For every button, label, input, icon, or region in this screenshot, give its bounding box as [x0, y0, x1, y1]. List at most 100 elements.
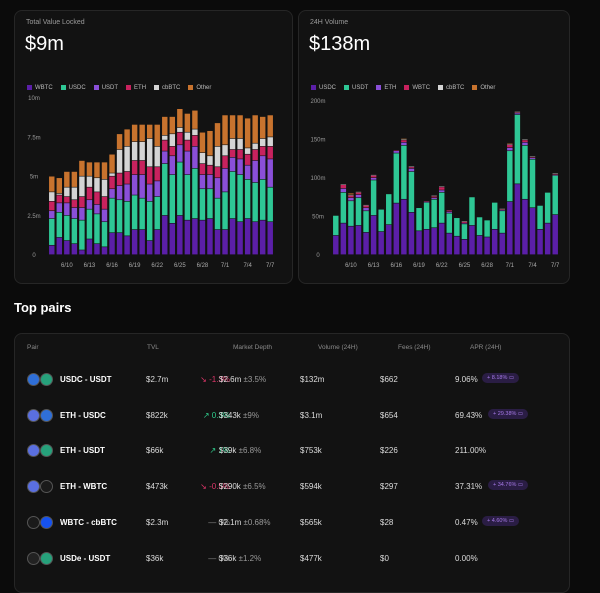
bar-segment-usdt[interactable] — [454, 218, 459, 236]
bar-segment-usdt[interactable] — [268, 159, 273, 187]
bar-segment-wbtc[interactable] — [192, 219, 197, 255]
bar-segment-wbtc[interactable] — [207, 219, 212, 255]
bar-segment-cbbtc[interactable] — [109, 173, 114, 176]
bar-segment-cbbtc[interactable] — [117, 150, 122, 173]
bar-segment-other[interactable] — [237, 115, 242, 138]
bar-segment-eth[interactable] — [268, 147, 273, 159]
bar-segment-usdc[interactable] — [162, 164, 167, 215]
pair-name[interactable]: ETH - USDC — [60, 411, 106, 420]
bar-segment-eth[interactable] — [79, 197, 84, 207]
bar-segment-usdc[interactable] — [416, 231, 421, 254]
bar-segment-usdc[interactable] — [237, 175, 242, 222]
apr-boost-badge[interactable]: + 8.18% ▭ — [482, 373, 519, 383]
bar-segment-cbbtc[interactable] — [132, 142, 137, 160]
bar-segment-eth[interactable] — [222, 156, 227, 168]
bar-segment-usdt[interactable] — [386, 194, 391, 224]
bar-segment-wbtc[interactable] — [371, 176, 376, 178]
bar-segment-eth[interactable] — [522, 143, 527, 145]
bar-segment-usdc[interactable] — [348, 227, 353, 255]
bar-segment-eth[interactable] — [341, 189, 346, 192]
bar-segment-cbbtc[interactable] — [177, 128, 182, 132]
bar-segment-wbtc[interactable] — [87, 239, 92, 254]
bar-segment-wbtc[interactable] — [147, 241, 152, 255]
bar-segment-usdt[interactable] — [155, 181, 160, 196]
bar-segment-wbtc[interactable] — [124, 236, 129, 254]
bar-segment-usdt[interactable] — [394, 153, 399, 202]
apr-boost-badge[interactable]: + 29.38% ▭ — [488, 409, 528, 419]
bar-segment-usdc[interactable] — [260, 180, 265, 220]
bar-segment-wbtc[interactable] — [177, 216, 182, 255]
bar-segment-usdt[interactable] — [424, 203, 429, 229]
bar-segment-cbbtc[interactable] — [200, 153, 205, 163]
bar-segment-usdt[interactable] — [515, 115, 520, 184]
bar-segment-other[interactable] — [147, 125, 152, 139]
bar-segment-eth[interactable] — [64, 197, 69, 203]
bar-segment-cbbtc[interactable] — [162, 136, 167, 140]
bar-segment-eth[interactable] — [87, 187, 92, 199]
bar-segment-wbtc[interactable] — [170, 224, 175, 255]
bar-segment-usdc[interactable] — [72, 219, 77, 244]
bar-segment-other[interactable] — [109, 155, 114, 173]
header-volume[interactable]: Volume (24H) — [318, 344, 358, 351]
bar-segment-eth[interactable] — [348, 198, 353, 200]
bar-segment-eth[interactable] — [439, 190, 444, 192]
bar-segment-usdc[interactable] — [552, 215, 557, 254]
bar-segment-eth[interactable] — [124, 172, 129, 184]
bar-segment-other[interactable] — [200, 133, 205, 153]
bar-segment-usdc[interactable] — [484, 237, 489, 254]
bar-segment-cbbtc[interactable] — [185, 133, 190, 140]
bar-segment-usdt[interactable] — [378, 210, 383, 232]
bar-segment-wbtc[interactable] — [348, 196, 353, 198]
bar-segment-cbbtc[interactable] — [79, 177, 84, 197]
bar-segment-wbtc[interactable] — [117, 233, 122, 254]
bar-segment-eth[interactable] — [207, 166, 212, 175]
bar-segment-wbtc[interactable] — [409, 167, 414, 168]
bar-segment-other[interactable] — [207, 131, 212, 156]
bar-segment-eth[interactable] — [132, 161, 137, 175]
bar-segment-usdt[interactable] — [72, 208, 77, 218]
bar-segment-usdc[interactable] — [245, 180, 250, 219]
bar-segment-eth[interactable] — [356, 195, 361, 197]
bar-segment-wbtc[interactable] — [155, 230, 160, 255]
bar-segment-eth[interactable] — [147, 167, 152, 184]
bar-segment-wbtc[interactable] — [185, 220, 190, 254]
bar-segment-eth[interactable] — [49, 202, 54, 211]
apr-boost-badge[interactable]: + 34.76% ▭ — [488, 480, 528, 490]
bar-segment-usdt[interactable] — [185, 151, 190, 174]
bar-segment-usdt[interactable] — [537, 206, 542, 229]
bar-segment-eth[interactable] — [507, 148, 512, 150]
bar-segment-wbtc[interactable] — [162, 216, 167, 255]
bar-segment-eth[interactable] — [117, 173, 122, 185]
bar-segment-wbtc[interactable] — [522, 140, 527, 142]
bar-segment-eth[interactable] — [170, 147, 175, 156]
bar-segment-usdc[interactable] — [477, 236, 482, 255]
bar-segment-usdt[interactable] — [94, 205, 99, 214]
bar-segment-other[interactable] — [215, 123, 220, 146]
bar-segment-usdc[interactable] — [124, 202, 129, 236]
bar-segment-other[interactable] — [94, 162, 99, 177]
pair-name[interactable]: USDe - USDT — [60, 554, 110, 563]
bar-segment-usdt[interactable] — [462, 224, 467, 239]
bar-segment-wbtc[interactable] — [356, 193, 361, 195]
bar-segment-usdt[interactable] — [245, 166, 250, 180]
bar-segment-usdc[interactable] — [170, 175, 175, 223]
bar-segment-usdt[interactable] — [484, 220, 489, 236]
bar-segment-usdt[interactable] — [200, 175, 205, 189]
bar-segment-usdt[interactable] — [431, 200, 436, 228]
bar-segment-usdc[interactable] — [94, 214, 99, 243]
bar-segment-usdc[interactable] — [447, 233, 452, 254]
bar-segment-wbtc[interactable] — [507, 145, 512, 147]
bar-segment-usdc[interactable] — [401, 200, 406, 255]
bar-segment-usdc[interactable] — [177, 162, 182, 215]
bar-segment-usdt[interactable] — [416, 208, 421, 231]
bar-segment-usdc[interactable] — [132, 195, 137, 229]
bar-segment-cbbtc[interactable] — [102, 180, 107, 197]
bar-segment-other[interactable] — [192, 111, 197, 129]
bar-segment-other[interactable] — [124, 129, 129, 146]
bar-segment-other[interactable] — [260, 117, 265, 138]
bar-segment-usdc[interactable] — [192, 169, 197, 219]
bar-segment-eth[interactable] — [57, 195, 62, 202]
bar-segment-wbtc[interactable] — [64, 241, 69, 255]
bar-segment-usdt[interactable] — [260, 156, 265, 179]
bar-segment-usdc[interactable] — [431, 228, 436, 254]
